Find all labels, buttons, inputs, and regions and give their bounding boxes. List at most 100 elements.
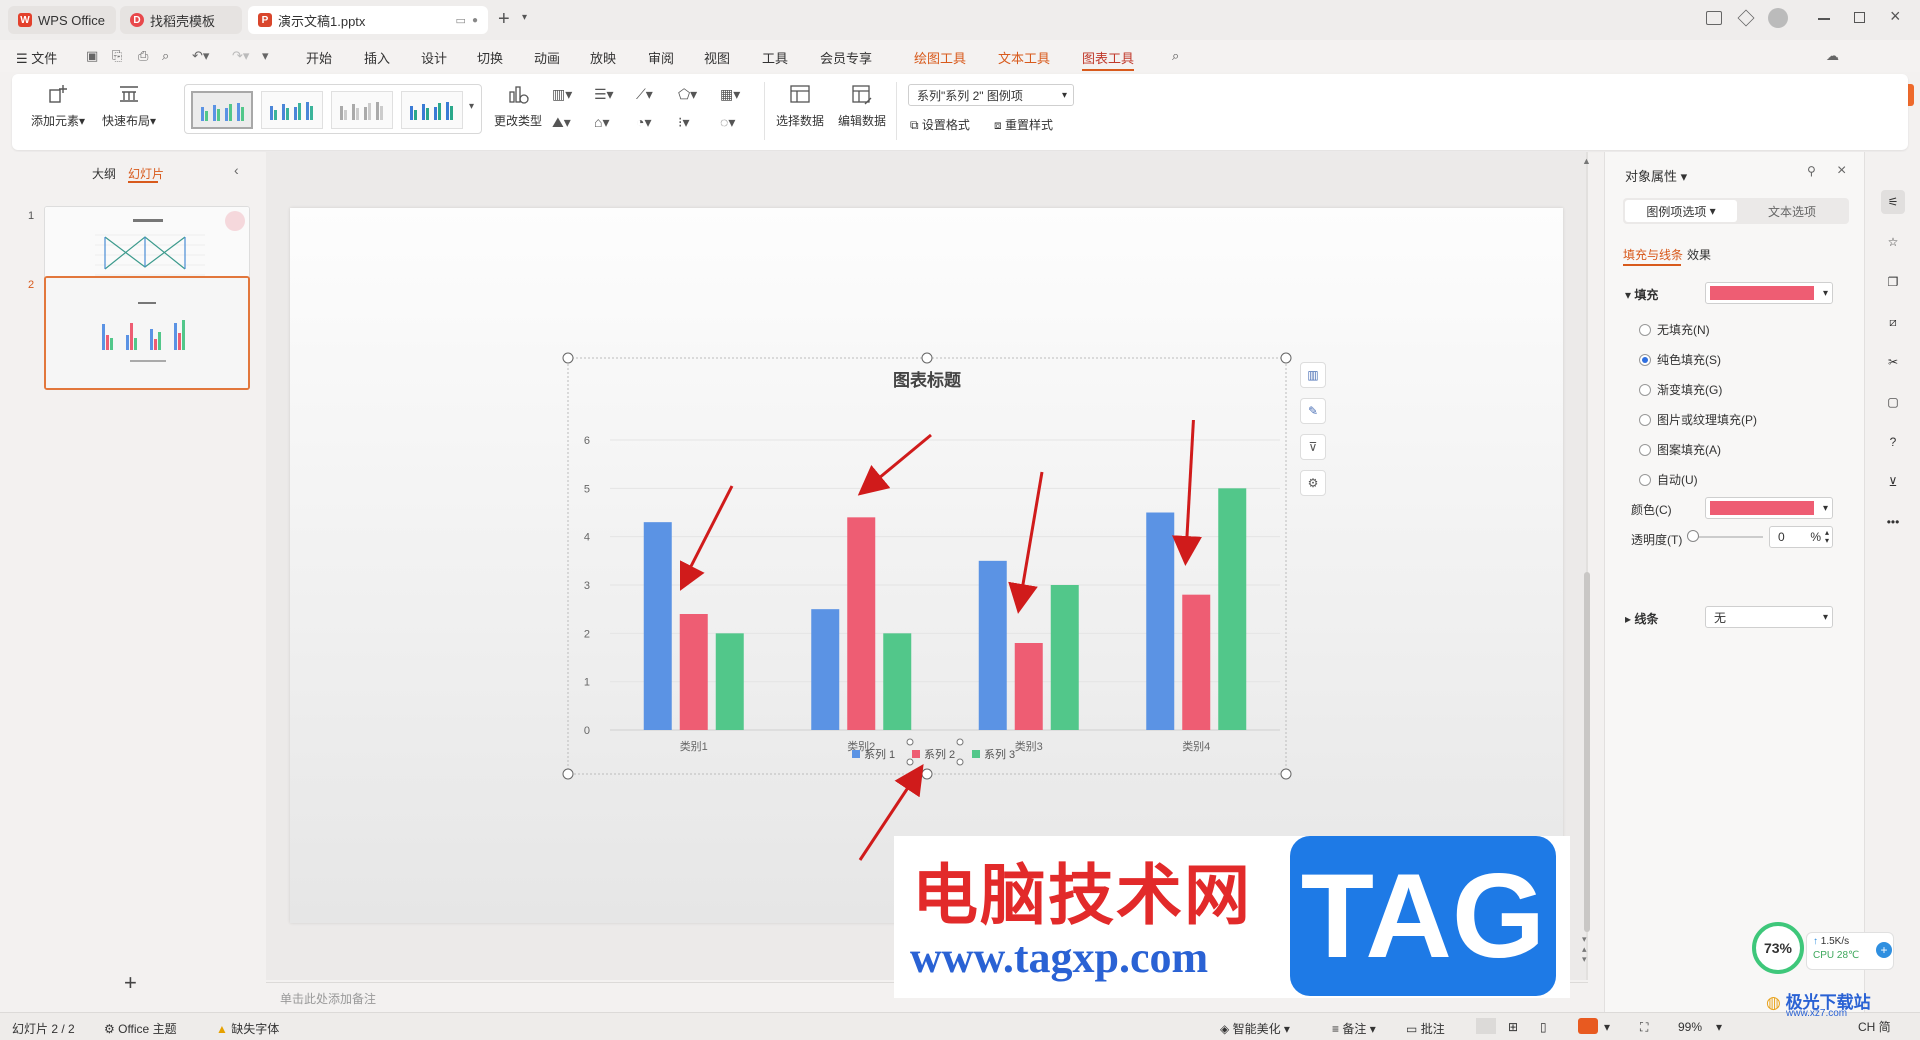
vertical-scrollbar[interactable] [1584,572,1590,932]
stock-chart-icon[interactable]: ⌂▾ [594,114,609,131]
menu-view[interactable]: 视图 [704,48,730,67]
chart-style-4[interactable] [401,91,463,129]
set-format-button[interactable]: ⧉ 设置格式 [910,116,970,133]
properties-icon[interactable]: ⚟ [1881,190,1905,214]
restore-icon[interactable] [1854,12,1865,23]
chart-elements-icon[interactable]: ▥ [1300,362,1326,388]
search-icon[interactable]: ⌕ [1172,48,1179,64]
chevron-down-icon[interactable]: ▾ [1604,1020,1610,1034]
tab-wps-office[interactable]: W WPS Office [8,6,116,34]
add-slide-icon[interactable]: + [124,970,137,996]
tab-slides[interactable]: 幻灯片 [128,165,164,182]
close-panel-icon[interactable]: × [1837,162,1846,180]
slide-thumbnail-2[interactable] [44,276,250,390]
redo-icon[interactable]: ↷▾ [232,48,249,64]
scroll-up-icon[interactable]: ▲ [1582,156,1591,166]
zoom-level[interactable]: 99% [1678,1020,1702,1034]
resize-handle[interactable] [562,352,574,364]
chart-element-select[interactable]: 系列"系列 2" 图例项 ▾ [908,84,1074,106]
file-menu[interactable]: ☰ 文件 [16,48,57,67]
menu-slideshow[interactable]: 放映 [590,48,616,67]
color-picker[interactable]: ▾ [1705,497,1833,519]
more-icon[interactable]: ••• [1881,510,1905,534]
menu-drawing-tools[interactable]: 绘图工具 [914,48,966,67]
minimize-icon[interactable] [1818,18,1830,20]
quick-layout-button[interactable]: 快速布局▾ [98,82,160,129]
spinner-icon[interactable]: ▴ ▾ [1825,529,1829,545]
zoom-chevron-icon[interactable]: ▾ [1716,1020,1722,1034]
notes-placeholder[interactable]: 单击此处添加备注 [280,990,376,1007]
theme-indicator[interactable]: ⚙ Office 主题 [104,1020,177,1037]
chart-style-2[interactable] [261,91,323,129]
layout-icon[interactable] [1706,11,1722,25]
bar-系列1-类别1[interactable] [643,522,672,730]
monitor-icon[interactable]: ▭ [456,14,466,27]
option-pattern-fill[interactable]: 图案填充(A) [1639,441,1721,458]
avatar[interactable] [1768,8,1788,28]
resize-handle[interactable] [562,768,574,780]
preview-icon[interactable]: ⌕ [162,48,169,64]
tab-legend-options[interactable]: 图例项选项 ▾ [1625,200,1737,222]
fit-window-icon[interactable]: ⛶ [1640,1020,1648,1035]
add-element-button[interactable]: 添加元素▾ [28,82,88,129]
gallery-more-icon[interactable]: ▾ [469,101,474,112]
print-icon[interactable]: ⎙ [138,48,148,64]
select-data-button[interactable]: 选择数据 [772,82,828,129]
change-type-button[interactable]: 更改类型 [490,82,546,129]
resize-handle[interactable] [1280,352,1292,364]
reading-view-icon[interactable]: ▯ [1540,1020,1547,1034]
comments-button[interactable]: ▭ 批注 [1406,1020,1445,1037]
shirt-icon[interactable]: ⊻ [1881,470,1905,494]
star-icon[interactable]: ☆ [1881,230,1905,254]
tab-document[interactable]: P 演示文稿1.pptx ▭ ● [248,6,488,34]
menu-member[interactable]: 会员专享 [820,48,872,67]
ime-indicator[interactable]: CH 简 [1858,1018,1891,1035]
tab-outline[interactable]: 大纲 [92,165,116,182]
book-icon[interactable]: ▢ [1881,390,1905,414]
column-chart-icon[interactable]: ▥▾ [552,86,572,103]
option-solid-fill[interactable]: 纯色填充(S) [1639,351,1721,368]
undo-icon[interactable]: ↶▾ [192,48,209,64]
close-icon[interactable]: × [1890,6,1901,27]
save-icon[interactable]: ▣ [86,48,98,64]
pin-icon[interactable]: ⚲ [1807,164,1816,178]
option-no-fill[interactable]: 无填充(N) [1639,321,1710,338]
chevron-down-icon[interactable]: ▾ [522,12,527,23]
notes-button[interactable]: ≡ 备注 ▾ [1332,1020,1376,1037]
more-chevron-icon[interactable]: ▾ [262,48,269,64]
option-gradient-fill[interactable]: 渐变填充(G) [1639,381,1722,398]
radar-chart-icon[interactable]: ⬠▾ [678,86,697,103]
menu-review[interactable]: 审阅 [648,48,674,67]
resize-handle[interactable] [921,352,933,364]
option-picture-fill[interactable]: 图片或纹理填充(P) [1639,411,1757,428]
missing-font-indicator[interactable]: ▲ 缺失字体 [216,1020,279,1037]
menu-transition[interactable]: 切换 [477,48,503,67]
export-icon[interactable]: ⎘ [112,48,122,64]
cube-icon[interactable] [1737,9,1755,27]
smart-beautify-button[interactable]: ◈ 智能美化 ▾ [1220,1020,1290,1037]
chart-title[interactable]: 图表标题 [893,370,962,390]
chart-style-3[interactable] [331,91,393,129]
transparency-slider-thumb[interactable] [1687,530,1699,542]
collapse-icon[interactable]: ‹ [234,162,239,178]
add-widget-icon[interactable]: + [1876,942,1892,958]
subtab-effects[interactable]: 效果 [1687,246,1711,263]
cpu-gauge[interactable]: 73% [1752,922,1804,974]
bar-chart-icon[interactable]: ☰▾ [594,86,614,103]
menu-chart-tools[interactable]: 图表工具 [1082,48,1134,67]
tab-text-options[interactable]: 文本选项 [1737,200,1847,222]
line-style-select[interactable]: 无 ▾ [1705,606,1833,628]
menu-home[interactable]: 开始 [306,48,332,67]
line-chart-icon[interactable]: ⟋▾ [636,86,653,103]
image-edit-icon[interactable]: ⧄ [1881,310,1905,334]
play-slideshow-icon[interactable] [1578,1018,1598,1034]
line-section-toggle[interactable]: ▸ 线条 [1625,610,1658,627]
tools-icon[interactable]: ✂ [1881,350,1905,374]
scroll-page-icon[interactable]: ▾ ▴ ▾ [1582,934,1587,964]
menu-tools[interactable]: 工具 [762,48,788,67]
help-icon[interactable]: ? [1881,430,1905,454]
slide-sorter-icon[interactable]: ⊞ [1508,1020,1518,1034]
chart-style-1[interactable] [191,91,253,129]
reset-style-button[interactable]: ⧈ 重置样式 [994,116,1053,133]
area-chart-icon[interactable]: ⛰▾ [552,114,571,131]
